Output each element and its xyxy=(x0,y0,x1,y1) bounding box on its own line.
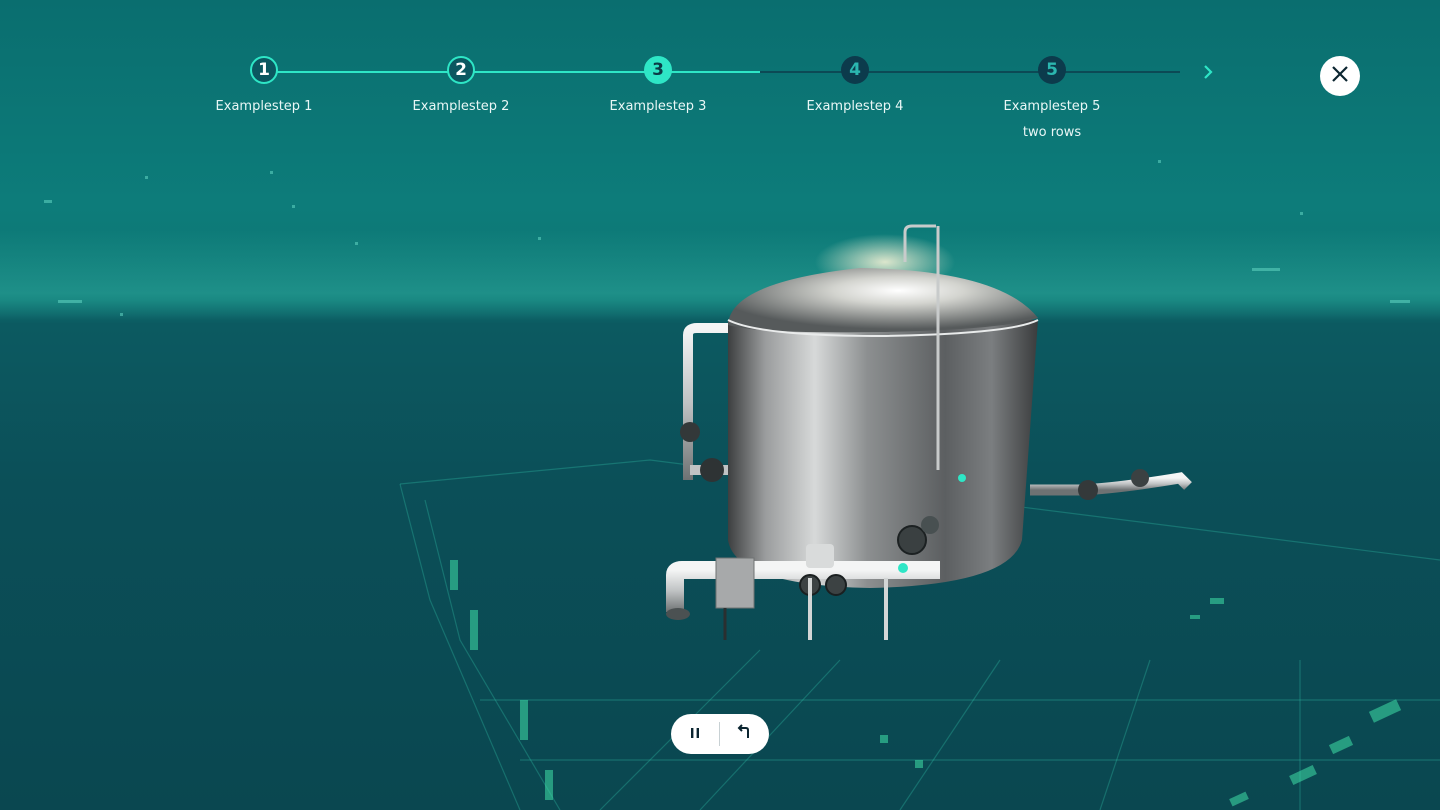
step-4-label: Examplestep 4 xyxy=(806,99,904,114)
step-1[interactable]: 1 Examplestep 1 xyxy=(194,56,334,120)
return-arrow-icon xyxy=(735,723,753,745)
step-5-indicator: 5 xyxy=(1038,56,1066,84)
pause-icon xyxy=(688,725,702,744)
step-5-label-line-2: two rows xyxy=(1022,125,1082,140)
step-5-label: Examplestep 5 two rows xyxy=(982,94,1122,146)
step-3-label: Examplestep 3 xyxy=(609,99,707,114)
step-5-label-line-1: Examplestep 5 xyxy=(1003,99,1101,114)
step-4-indicator: 4 xyxy=(841,56,869,84)
close-icon xyxy=(1331,65,1349,87)
step-1-label: Examplestep 1 xyxy=(215,99,313,114)
step-3[interactable]: 3 Examplestep 3 xyxy=(588,56,728,120)
step-2-label: Examplestep 2 xyxy=(412,99,510,114)
pause-button[interactable] xyxy=(671,714,719,754)
return-button[interactable] xyxy=(720,714,768,754)
playback-controls xyxy=(671,714,769,754)
step-1-indicator: 1 xyxy=(250,56,278,84)
step-2-indicator: 2 xyxy=(447,56,475,84)
step-3-indicator: 3 xyxy=(644,56,672,84)
step-2[interactable]: 2 Examplestep 2 xyxy=(391,56,531,120)
close-button[interactable] xyxy=(1320,56,1360,96)
step-5[interactable]: 5 Examplestep 5 two rows xyxy=(982,56,1122,146)
chevron-right-icon[interactable] xyxy=(1198,62,1218,82)
progress-stepper: 1 Examplestep 1 2 Examplestep 2 3 Exampl… xyxy=(0,0,1440,150)
step-4[interactable]: 4 Examplestep 4 xyxy=(785,56,925,120)
